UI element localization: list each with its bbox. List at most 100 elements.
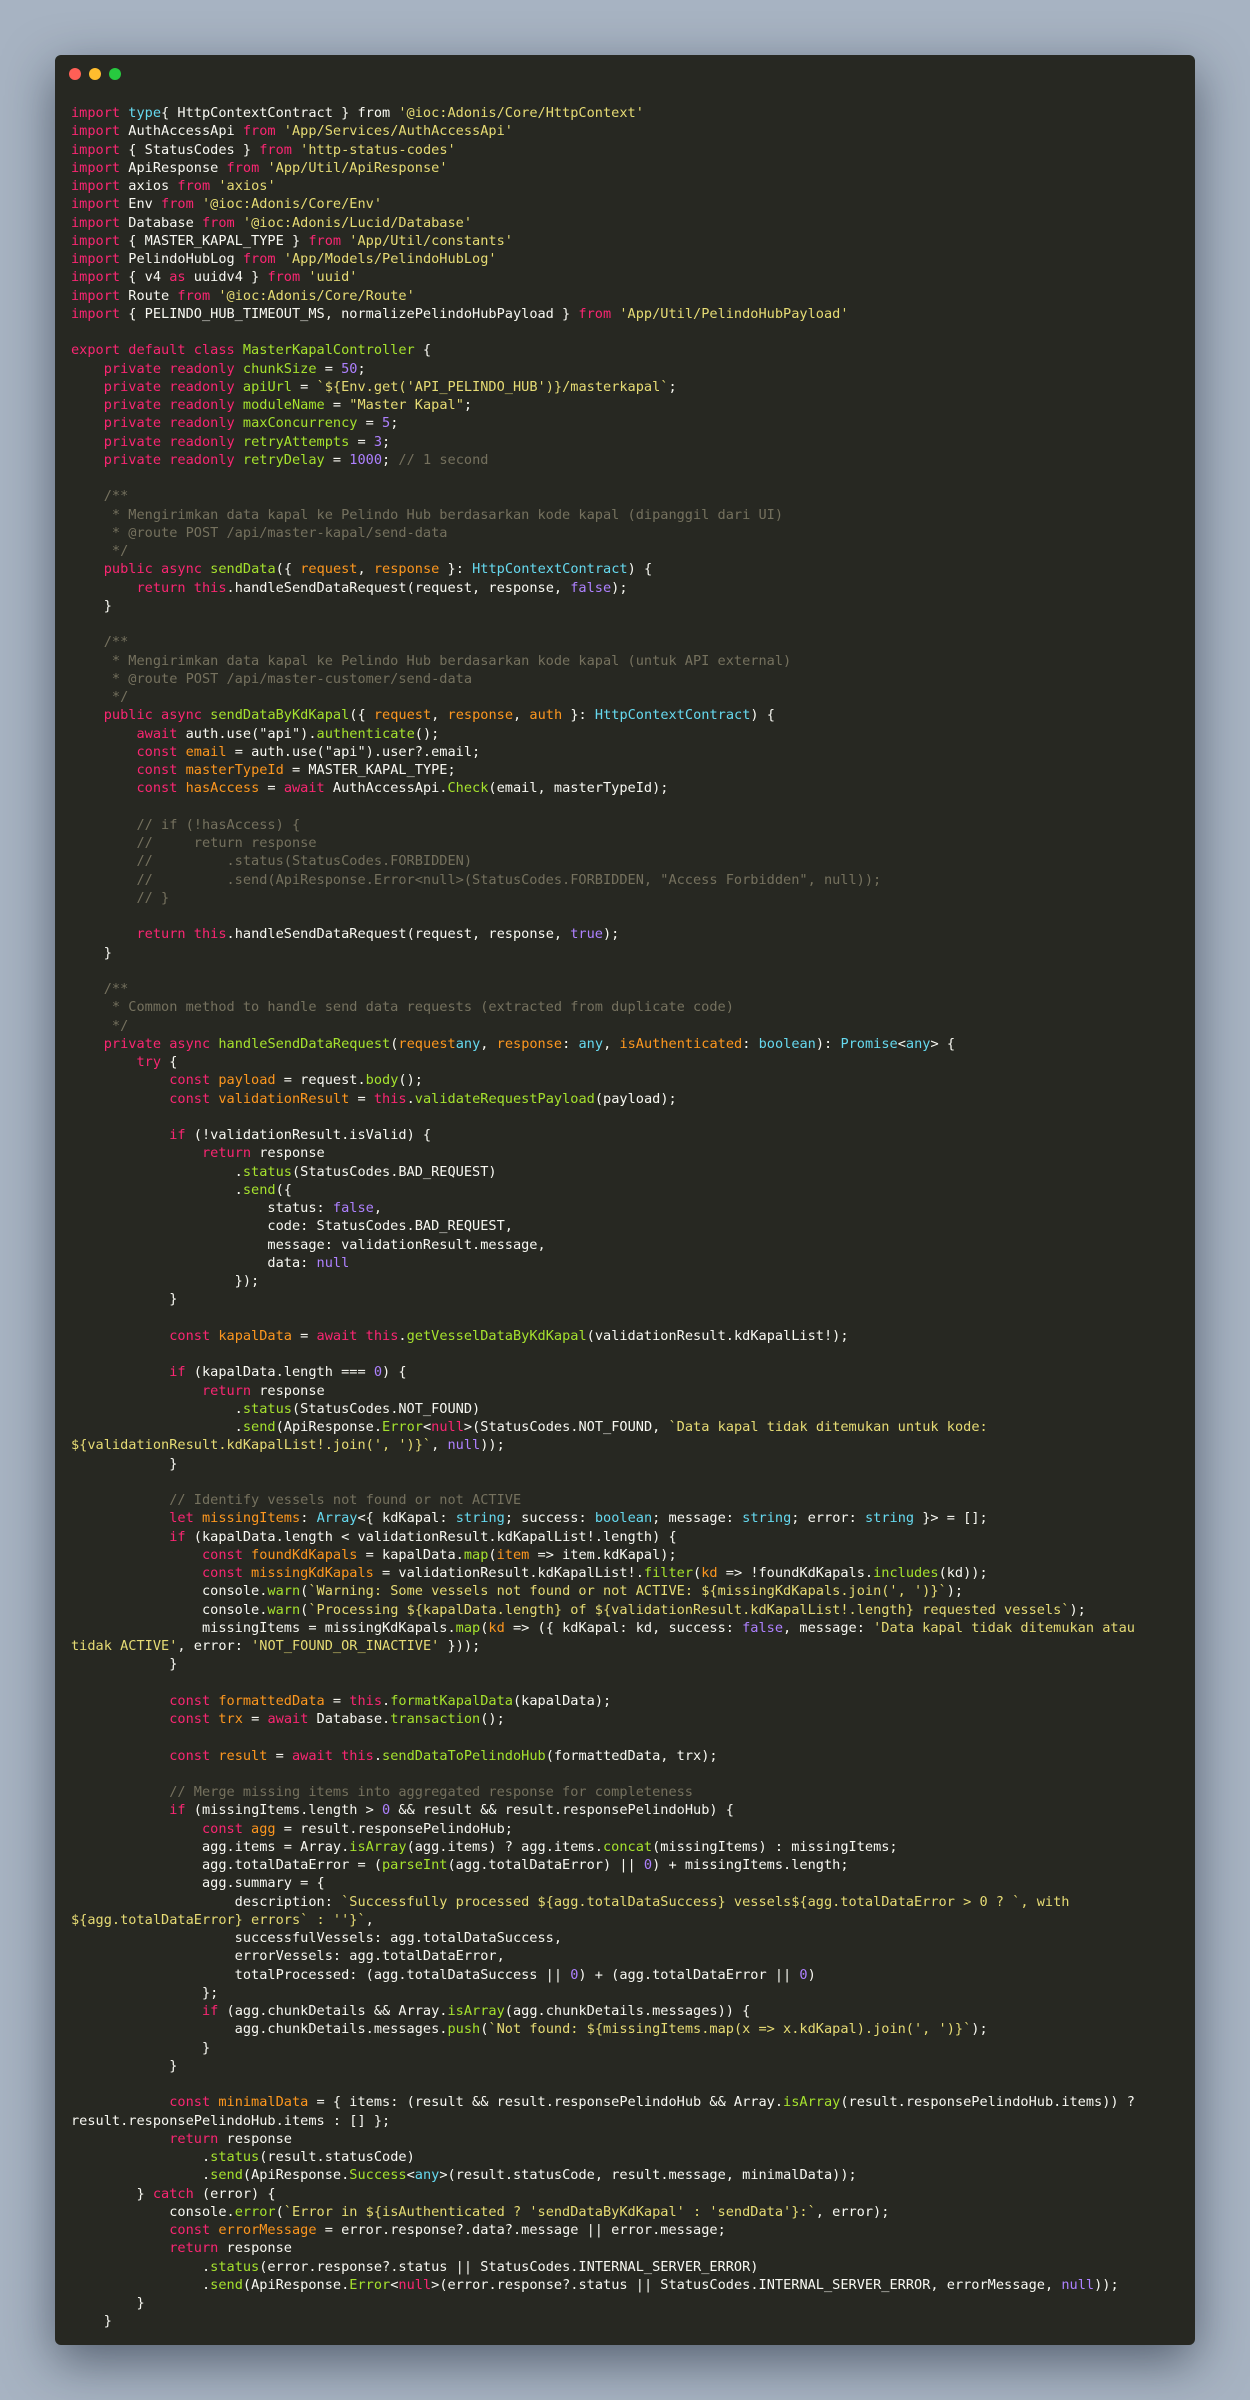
- code-token: await this: [316, 1327, 399, 1344]
- code-line: private async handleSendDataRequest(requ…: [71, 1035, 1185, 1053]
- code-line: }: [71, 2057, 1185, 2075]
- code-token: <: [406, 2167, 415, 2184]
- code-line: }: [71, 1290, 1185, 1308]
- code-line: });: [71, 1272, 1185, 1290]
- code-token: response: [218, 2130, 293, 2147]
- code-token: =: [316, 360, 342, 377]
- code-token: authenticate: [316, 725, 415, 742]
- code-token: = request.: [275, 1072, 366, 1089]
- code-token: private readonly: [103, 378, 235, 395]
- code-token: agg: [242, 1820, 276, 1837]
- code-token: null: [316, 1254, 350, 1271]
- code-token: (error.response?.status || StatusCodes.I…: [259, 2258, 759, 2275]
- code-token: request: [373, 707, 432, 724]
- code-token: const: [169, 1747, 211, 1764]
- code-token: status: [210, 2258, 260, 2275]
- code-token: }: [71, 2039, 211, 2056]
- zoom-button[interactable]: [109, 68, 121, 80]
- code-token: */: [71, 1017, 129, 1034]
- code-token: from: [242, 251, 276, 267]
- code-line: * @route POST /api/master-customer/send-…: [71, 670, 1185, 688]
- code-token: (missingItems) : missingItems;: [652, 1838, 898, 1855]
- code-token: console.: [71, 2203, 235, 2220]
- minimize-button[interactable]: [89, 68, 101, 80]
- code-token: AuthAccessApi.: [324, 780, 448, 797]
- code-line: .send({: [71, 1181, 1185, 1199]
- code-token: if: [201, 2003, 219, 2019]
- code-token: kd: [488, 1619, 505, 1636]
- code-token: isArray: [783, 2094, 841, 2111]
- code-token: .: [398, 1327, 407, 1344]
- code-line: const minimalData = { items: (result && …: [71, 2093, 1185, 2111]
- code-token: request: [398, 1035, 456, 1052]
- code-token: kd: [701, 1565, 718, 1581]
- code-token: import: [71, 123, 121, 140]
- code-token: response: [496, 1035, 563, 1052]
- code-token: '@ioc:Adonis/Core/HttpContext': [398, 105, 644, 121]
- code-line: ${validationResult.kdKapalList!.join(', …: [71, 1436, 1185, 1454]
- code-token: send: [242, 1419, 276, 1435]
- code-token: masterTypeId: [177, 762, 284, 778]
- code-token: email: [177, 743, 227, 760]
- code-line: public async sendDataByKdKapal({ request…: [71, 706, 1185, 724]
- code-token: const: [136, 780, 178, 797]
- code-token: result.responsePelindoHub.items : [] };: [71, 2112, 391, 2129]
- code-token: ));: [1094, 2276, 1119, 2293]
- code-token: });: [71, 1273, 260, 1289]
- code-line: import type{ HttpContextContract } from …: [71, 104, 1185, 122]
- code-token: (agg.chunkDetails.messages)) {: [504, 2003, 751, 2019]
- code-token: * Common method to handle send data requ…: [71, 999, 734, 1016]
- code-token: null: [447, 1437, 481, 1454]
- code-token: apiUrl: [234, 378, 292, 395]
- code-token: if: [169, 1127, 186, 1143]
- code-token: (kapalData);: [512, 1692, 612, 1709]
- code-token: 5: [382, 415, 391, 432]
- code-line: const foundKdKapals = kapalData.map(item…: [71, 1546, 1185, 1564]
- code-token: parseInt: [382, 1857, 448, 1873]
- code-token: from: [267, 269, 301, 286]
- code-token: (ApiResponse.: [242, 2167, 350, 2184]
- code-token: :: [562, 1035, 579, 1052]
- code-line: const missingKdKapals = validationResult…: [71, 1564, 1185, 1582]
- code-token: const: [169, 1692, 211, 1709]
- code-token: from: [259, 141, 292, 158]
- code-token: request: [300, 561, 358, 578]
- code-token: return this: [136, 926, 227, 943]
- code-line: import Env from '@ioc:Adonis/Core/Env': [71, 195, 1185, 213]
- code-token: 'App/Util/constants': [341, 232, 513, 249]
- code-token: boolean: [594, 1510, 653, 1527]
- code-token: auth.use("api").: [177, 725, 317, 742]
- code-line: let missingItems: Array<{ kdKapal: strin…: [71, 1509, 1185, 1527]
- code-token: from: [308, 232, 342, 249]
- code-line: */: [71, 1017, 1185, 1035]
- code-token: null: [1061, 2276, 1095, 2293]
- code-line: import ApiResponse from 'App/Util/ApiRes…: [71, 159, 1185, 177]
- code-line: return response: [71, 1144, 1185, 1162]
- code-token: `Not found: ${missingItems.map(x => x.kd…: [488, 2021, 972, 2038]
- code-token: }: [71, 2313, 112, 2330]
- code-token: from: [242, 123, 276, 140]
- code-token: }:: [439, 561, 473, 578]
- code-line: private readonly retryDelay = 1000; // 1…: [71, 451, 1185, 469]
- code-token: Route: [120, 287, 178, 304]
- code-token: from: [177, 287, 211, 304]
- code-token: }: [71, 1455, 178, 1472]
- code-line: .send(ApiResponse.Error<null>(error.resp…: [71, 2276, 1185, 2294]
- code-token: import: [71, 141, 121, 158]
- close-button[interactable]: [69, 68, 81, 80]
- code-token: missingItems = missingKdKapals.: [71, 1619, 456, 1636]
- code-token: <: [422, 1419, 432, 1435]
